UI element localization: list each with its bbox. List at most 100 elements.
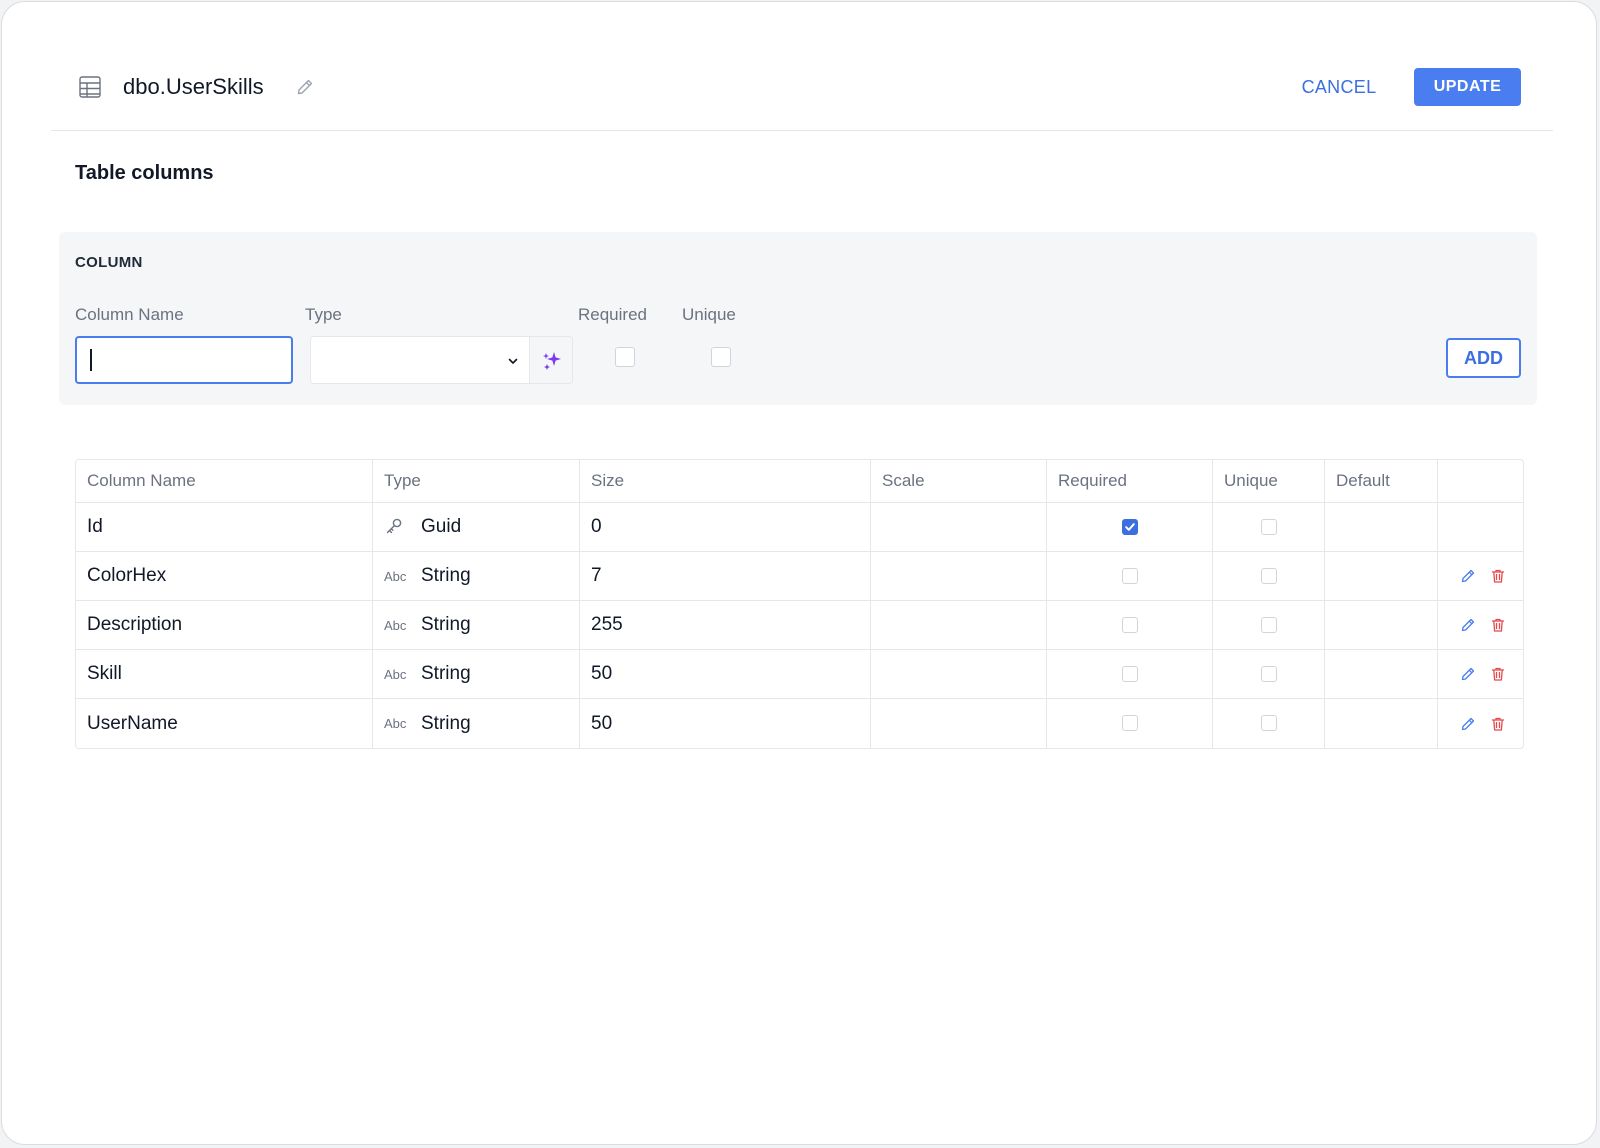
abc-icon: Abc xyxy=(384,716,407,731)
edit-icon[interactable] xyxy=(1460,617,1476,633)
cell-column-name: Description xyxy=(76,601,373,650)
cell-actions xyxy=(1438,552,1523,601)
cell-actions xyxy=(1438,699,1523,748)
header-scale: Scale xyxy=(871,460,1047,503)
cell-column-name: Skill xyxy=(76,650,373,699)
cell-type-label: String xyxy=(421,663,471,684)
header-type: Type xyxy=(373,460,580,503)
cell-scale xyxy=(871,699,1047,748)
table-icon xyxy=(79,76,101,98)
chevron-down-icon xyxy=(508,358,518,364)
abc-icon: Abc xyxy=(384,568,407,584)
add-column-panel: COLUMN Column Name Type Required Unique … xyxy=(59,232,1537,405)
required-label: Required xyxy=(578,305,647,324)
cell-size: 50 xyxy=(580,699,871,748)
unique-checkbox[interactable] xyxy=(1260,616,1277,633)
cell-default xyxy=(1325,552,1438,601)
cell-actions xyxy=(1438,650,1523,699)
columns-table: Column Name Type Size Scale Required Uni… xyxy=(75,459,1524,749)
type-select[interactable] xyxy=(310,336,530,384)
trash-icon[interactable] xyxy=(1490,568,1506,584)
cell-scale xyxy=(871,650,1047,699)
cancel-button[interactable]: CANCEL xyxy=(1289,68,1389,106)
unique-checkbox[interactable] xyxy=(1260,567,1277,584)
header-column-name: Column Name xyxy=(76,460,373,503)
cell-type-label: Guid xyxy=(421,516,462,537)
dialog-frame: dbo.UserSkills CANCEL UPDATE Table colum… xyxy=(1,1,1597,1145)
cell-unique xyxy=(1213,601,1325,650)
trash-icon[interactable] xyxy=(1490,716,1506,732)
cell-actions xyxy=(1438,503,1523,552)
cell-unique xyxy=(1213,552,1325,601)
header-required: Required xyxy=(1047,460,1213,503)
cell-type: Abc String xyxy=(373,699,580,748)
cell-type: Abc String xyxy=(373,552,580,601)
cell-unique xyxy=(1213,699,1325,748)
cell-column-name: UserName xyxy=(76,699,373,748)
text-caret xyxy=(90,349,92,371)
section-title: Table columns xyxy=(75,162,214,184)
cell-scale xyxy=(871,552,1047,601)
cell-required xyxy=(1047,699,1213,748)
cell-type: Abc String xyxy=(373,601,580,650)
table-header-row: Column Name Type Size Scale Required Uni… xyxy=(76,460,1523,503)
required-checkbox[interactable] xyxy=(1121,715,1138,732)
cell-size: 50 xyxy=(580,650,871,699)
cell-column-name: ColorHex xyxy=(76,552,373,601)
unique-label: Unique xyxy=(682,305,736,324)
type-label: Type xyxy=(305,305,342,324)
cell-required xyxy=(1047,503,1213,552)
header-default: Default xyxy=(1325,460,1438,503)
required-checkbox[interactable] xyxy=(1121,616,1138,633)
cell-required xyxy=(1047,650,1213,699)
abc-icon: Abc xyxy=(384,666,407,682)
unique-checkbox[interactable] xyxy=(1260,518,1277,535)
cell-default xyxy=(1325,503,1438,552)
pencil-icon[interactable] xyxy=(295,77,315,97)
cell-type: Guid xyxy=(373,503,580,552)
column-name-input[interactable] xyxy=(75,336,293,384)
abc-icon: Abc xyxy=(384,617,407,633)
cell-default xyxy=(1325,699,1438,748)
update-button[interactable]: UPDATE xyxy=(1414,68,1521,106)
dialog-header: dbo.UserSkills CANCEL UPDATE xyxy=(51,2,1553,131)
cell-size: 0 xyxy=(580,503,871,552)
required-checkbox[interactable] xyxy=(1121,665,1138,682)
cell-size: 7 xyxy=(580,552,871,601)
magic-suggest-button[interactable] xyxy=(529,336,573,384)
table-row: Description Abc String 255 xyxy=(76,601,1523,650)
edit-icon[interactable] xyxy=(1460,666,1476,682)
cell-column-name: Id xyxy=(76,503,373,552)
unique-checkbox[interactable] xyxy=(711,347,731,367)
sparkles-icon xyxy=(543,352,561,370)
cell-type: Abc String xyxy=(373,650,580,699)
cell-unique xyxy=(1213,650,1325,699)
unique-checkbox[interactable] xyxy=(1260,665,1277,682)
required-checkbox[interactable] xyxy=(1121,518,1138,535)
table-row: UserName Abc String 50 xyxy=(76,699,1523,748)
trash-icon[interactable] xyxy=(1490,666,1506,682)
cell-actions xyxy=(1438,601,1523,650)
cell-default xyxy=(1325,601,1438,650)
table-row: Skill Abc String 50 xyxy=(76,650,1523,699)
key-icon xyxy=(384,516,410,539)
unique-checkbox[interactable] xyxy=(1260,715,1277,732)
cell-type-label: String xyxy=(421,565,471,586)
trash-icon[interactable] xyxy=(1490,617,1506,633)
panel-heading: COLUMN xyxy=(75,254,143,271)
table-title: dbo.UserSkills xyxy=(123,74,264,99)
cell-default xyxy=(1325,650,1438,699)
cell-required xyxy=(1047,552,1213,601)
cell-type-label: String xyxy=(421,614,471,635)
edit-icon[interactable] xyxy=(1460,568,1476,584)
required-checkbox[interactable] xyxy=(615,347,635,367)
header-unique: Unique xyxy=(1213,460,1325,503)
add-column-button[interactable]: ADD xyxy=(1446,338,1521,378)
header-actions xyxy=(1438,460,1523,503)
header-size: Size xyxy=(580,460,871,503)
required-checkbox[interactable] xyxy=(1121,567,1138,584)
cell-size: 255 xyxy=(580,601,871,650)
edit-icon[interactable] xyxy=(1460,716,1476,732)
cell-type-label: String xyxy=(421,712,471,734)
cell-scale xyxy=(871,601,1047,650)
